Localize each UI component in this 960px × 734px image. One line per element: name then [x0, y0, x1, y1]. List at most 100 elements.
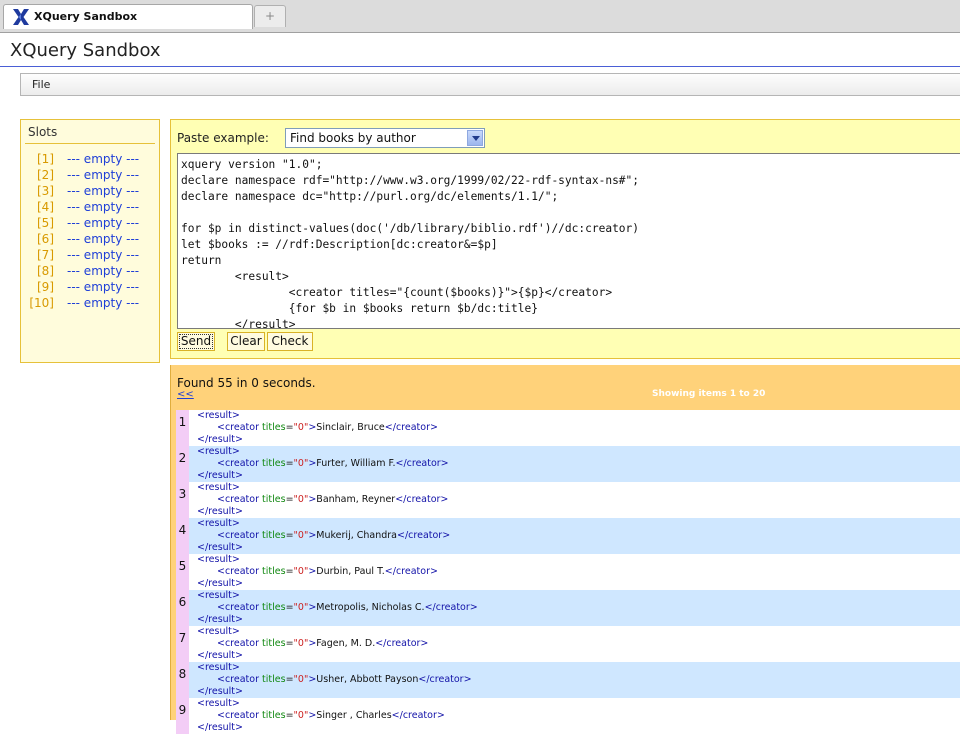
previous-page-link[interactable]: << [177, 389, 194, 400]
attr-equals: = [285, 422, 294, 433]
slots-heading: Slots [28, 125, 58, 139]
titles-attr-name: titles [262, 494, 286, 505]
creator-line: <creator titles="0">Usher, Abbott Payson… [217, 674, 472, 686]
attr-equals: = [285, 530, 294, 541]
result-close-line: </result> [197, 470, 243, 482]
result-row: 3 <result> <creator titles="0">Banham, Rey… [176, 482, 960, 518]
slots-divider [25, 143, 155, 144]
attr-equals: = [285, 458, 294, 469]
result-open-tag: <result> [197, 626, 240, 637]
chevron-down-icon[interactable] [467, 130, 483, 146]
titles-attr-name: titles [262, 638, 286, 649]
result-close-tag: </result> [197, 614, 243, 625]
creator-close-tag: </creator> [424, 602, 478, 613]
result-open-line: <result> [197, 482, 240, 494]
result-number: 9 [176, 698, 189, 734]
menu-bar: File [20, 73, 960, 96]
slot-index: [8] [37, 264, 54, 278]
result-close-line: </result> [197, 506, 243, 518]
result-close-tag: </result> [197, 542, 243, 553]
result-body: <result> <creator titles="0">Durbin, Paul… [189, 554, 960, 590]
result-body: <result> <creator titles="0">Metropolis, … [189, 590, 960, 626]
result-open-line: <result> [197, 446, 240, 458]
creator-line: <creator titles="0">Fagen, M. D.</creato… [217, 638, 428, 650]
result-row: 6 <result> <creator titles="0">Metropolis,… [176, 590, 960, 626]
slot-value[interactable]: --- empty --- [67, 152, 139, 166]
x-logo-icon [13, 9, 29, 25]
slot-value[interactable]: --- empty --- [67, 264, 139, 278]
slot-value[interactable]: --- empty --- [67, 248, 139, 262]
result-number: 1 [176, 410, 189, 446]
slot-index: [4] [37, 200, 54, 214]
slot-value[interactable]: --- empty --- [67, 296, 139, 310]
attr-equals: = [285, 638, 294, 649]
result-close-tag: </result> [197, 722, 243, 733]
result-open-tag: <result> [197, 554, 240, 565]
result-open-tag: <result> [197, 518, 240, 529]
query-editor[interactable]: xquery version "1.0"; declare namespace … [177, 153, 960, 329]
result-open-line: <result> [197, 518, 240, 530]
creator-close-tag: </creator> [384, 422, 438, 433]
creator-close-tag: </creator> [418, 674, 472, 685]
result-body: <result> <creator titles="0">Furter, Will… [189, 446, 960, 482]
query-code[interactable]: xquery version "1.0"; declare namespace … [181, 157, 639, 328]
slot-index: [3] [37, 184, 54, 198]
result-body: <result> <creator titles="0">Usher, Abbot… [189, 662, 960, 698]
result-open-tag: <result> [197, 446, 240, 457]
check-button[interactable]: Check [267, 332, 313, 351]
result-close-line: </result> [197, 614, 243, 626]
creator-open-tag: <creator [217, 674, 259, 685]
result-close-line: </result> [197, 578, 243, 590]
menu-file[interactable]: File [32, 78, 50, 91]
result-body: <result> <creator titles="0">Sinclair, Br… [189, 410, 960, 446]
slot-value[interactable]: --- empty --- [67, 200, 139, 214]
result-close-line: </result> [197, 434, 243, 446]
results-panel: Found 55 in 0 seconds. << Showing items … [170, 365, 960, 734]
browser-tab[interactable]: XQuery Sandbox [3, 4, 253, 29]
titles-attr-value: "0" [293, 674, 309, 685]
titles-attr-name: titles [262, 422, 286, 433]
new-tab-button[interactable]: + [254, 5, 286, 27]
results-summary: Found 55 in 0 seconds. [177, 376, 316, 390]
slot-value[interactable]: --- empty --- [67, 216, 139, 230]
creator-name: Usher, Abbott Payson [316, 674, 419, 685]
creator-open-tag: <creator [217, 494, 259, 505]
slot-value[interactable]: --- empty --- [67, 184, 139, 198]
paste-example-select[interactable]: Find books by author [285, 128, 485, 148]
result-open-tag: <result> [197, 662, 240, 673]
result-number: 4 [176, 518, 189, 554]
result-row: 7 <result> <creator titles="0">Fagen, M. D… [176, 626, 960, 662]
result-open-line: <result> [197, 662, 240, 674]
slots-panel: Slots [1] --- empty --- [2] --- empty --- [3… [20, 119, 160, 363]
result-open-line: <result> [197, 410, 240, 422]
slot-value[interactable]: --- empty --- [67, 168, 139, 182]
creator-line: <creator titles="0">Banham, Reyner</crea… [217, 494, 448, 506]
result-number: 8 [176, 662, 189, 698]
creator-name: Mukerij, Chandra [316, 530, 398, 541]
result-row: 4 <result> <creator titles="0">Mukerij, Ch… [176, 518, 960, 554]
attr-equals: = [285, 674, 294, 685]
creator-open-tag: <creator [217, 422, 259, 433]
query-panel: Paste example: Find books by author xque… [170, 119, 960, 359]
paste-example-value: Find books by author [290, 131, 416, 145]
creator-line: <creator titles="0">Mukerij, Chandra</cr… [217, 530, 450, 542]
result-open-line: <result> [197, 626, 240, 638]
result-body: <result> <creator titles="0">Singer , Cha… [189, 698, 960, 734]
result-open-tag: <result> [197, 482, 240, 493]
showing-items-text: Showing items 1 to 20 [652, 389, 766, 399]
browser-tab-strip: XQuery Sandbox + [0, 0, 960, 33]
result-body: <result> <creator titles="0">Mukerij, Cha… [189, 518, 960, 554]
send-button[interactable]: Send [177, 332, 215, 351]
result-close-tag: </result> [197, 506, 243, 517]
creator-close-tag: </creator> [384, 566, 438, 577]
result-open-line: <result> [197, 698, 240, 710]
result-number: 2 [176, 446, 189, 482]
creator-name: Sinclair, Bruce [316, 422, 385, 433]
slot-value[interactable]: --- empty --- [67, 280, 139, 294]
slot-value[interactable]: --- empty --- [67, 232, 139, 246]
result-close-tag: </result> [197, 686, 243, 697]
creator-name: Durbin, Paul T. [316, 566, 385, 577]
slot-index: [5] [37, 216, 54, 230]
clear-button[interactable]: Clear [227, 332, 265, 351]
result-open-line: <result> [197, 590, 240, 602]
